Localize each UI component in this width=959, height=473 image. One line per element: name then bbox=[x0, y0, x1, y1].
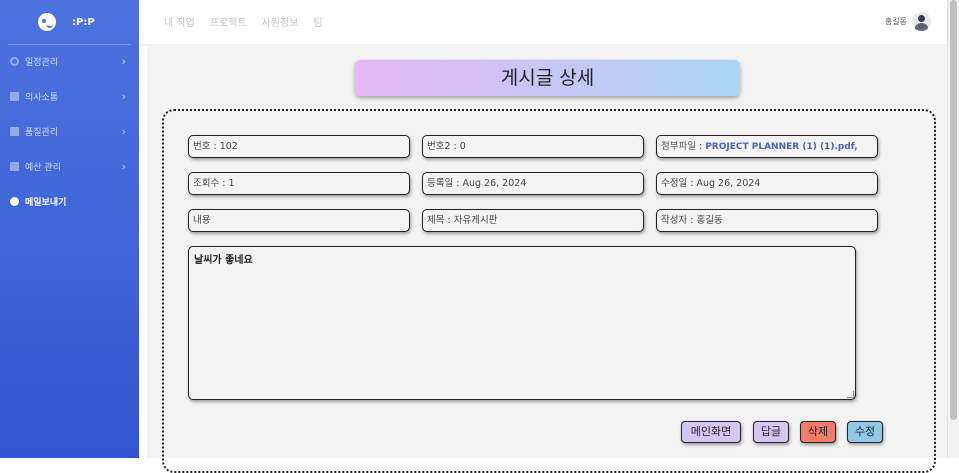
post-body-textarea[interactable]: 날씨가 좋네요 bbox=[188, 246, 856, 400]
author: 작성자 : 홍길동 bbox=[661, 215, 723, 226]
sidebar: :P:P 일정관리 › 의사소통 › 품질관리 › 예산 관리 › 메일보내기 bbox=[0, 0, 139, 458]
sidebar-item-send-mail[interactable]: 메일보내기 bbox=[0, 184, 139, 219]
top-nav-employee-info[interactable]: 사원정보 bbox=[262, 14, 299, 29]
sidebar-item-label: 품질관리 bbox=[25, 128, 59, 138]
avatar bbox=[912, 12, 931, 31]
sidebar-nav: 일정관리 › 의사소통 › 품질관리 › 예산 관리 › 메일보내기 bbox=[0, 44, 139, 219]
user-name: 홍길동 bbox=[884, 17, 907, 26]
modified-date: 수정일 : Aug 26, 2024 bbox=[661, 178, 761, 189]
page-title: 게시글 상세 bbox=[355, 60, 740, 96]
delete-button[interactable]: 삭제 bbox=[800, 421, 836, 443]
post-number: 번호 : 102 bbox=[193, 141, 238, 152]
chevron-right-icon: › bbox=[121, 125, 126, 138]
chevron-right-icon: › bbox=[121, 90, 126, 103]
resize-handle-icon[interactable] bbox=[847, 391, 854, 398]
attachment-link[interactable]: PROJECT PLANNER (1) (1).pdf, bbox=[705, 142, 857, 152]
top-nav-team[interactable]: 팀 bbox=[313, 14, 322, 29]
post-number-field: 번호 : 102 bbox=[188, 135, 410, 158]
post-number2: 번호2 : 0 bbox=[427, 141, 466, 152]
main-screen-button[interactable]: 메인화면 bbox=[681, 421, 741, 443]
created-date: 등록일 : Aug 26, 2024 bbox=[427, 178, 527, 189]
mail-icon bbox=[10, 197, 19, 206]
folder-icon bbox=[10, 162, 19, 171]
content-label: 내용 bbox=[193, 215, 211, 226]
edit-button[interactable]: 수정 bbox=[847, 421, 883, 443]
smile-logo-icon bbox=[38, 13, 56, 31]
user-menu[interactable]: 홍길동 bbox=[885, 12, 931, 31]
post-title-label: 제목 : bbox=[427, 215, 454, 226]
post-body-text: 날씨가 좋네요 bbox=[194, 255, 253, 266]
chevron-right-icon: › bbox=[121, 160, 126, 173]
sidebar-item-schedule[interactable]: 일정관리 › bbox=[0, 44, 139, 79]
chevron-right-icon: › bbox=[121, 55, 126, 68]
folder-icon bbox=[10, 127, 19, 136]
modified-date-field: 수정일 : Aug 26, 2024 bbox=[656, 172, 878, 195]
reply-button[interactable]: 답글 bbox=[753, 421, 789, 443]
post-title-value: 자유게시판 bbox=[453, 215, 498, 226]
sidebar-item-label: 의사소통 bbox=[25, 93, 59, 103]
top-nav-my-work[interactable]: 내 작업 bbox=[164, 14, 195, 29]
created-date-field: 등록일 : Aug 26, 2024 bbox=[422, 172, 644, 195]
post-number2-field: 번호2 : 0 bbox=[422, 135, 644, 158]
post-title-field: 제목 : 자유게시판 bbox=[422, 209, 644, 232]
attachment-field: 첨부파일 : PROJECT PLANNER (1) (1).pdf, bbox=[656, 135, 878, 158]
folder-icon bbox=[10, 92, 19, 101]
author-field: 작성자 : 홍길동 bbox=[656, 209, 878, 232]
brand[interactable]: :P:P bbox=[0, 0, 139, 44]
sidebar-item-communication[interactable]: 의사소통 › bbox=[0, 79, 139, 114]
gear-icon bbox=[10, 57, 19, 66]
sidebar-item-label: 메일보내기 bbox=[25, 198, 67, 208]
views-field: 조회수 : 1 bbox=[188, 172, 410, 195]
views-count: 조회수 : 1 bbox=[193, 178, 235, 189]
sidebar-item-label: 예산 관리 bbox=[25, 163, 61, 173]
main-content: 게시글 상세 번호 : 102 번호2 : 0 첨부파일 : PROJECT P… bbox=[147, 45, 948, 473]
topbar: 내 작업 프로젝트 사원정보 팀 홍길동 bbox=[139, 0, 959, 44]
top-nav-project[interactable]: 프로젝트 bbox=[210, 14, 247, 29]
page-scrollbar[interactable] bbox=[947, 0, 959, 458]
top-nav: 내 작업 프로젝트 사원정보 팀 bbox=[164, 14, 323, 29]
scrollbar-thumb[interactable] bbox=[950, 0, 957, 420]
sidebar-item-label: 일정관리 bbox=[25, 58, 59, 68]
sidebar-item-quality[interactable]: 품질관리 › bbox=[0, 114, 139, 149]
content-label-field: 내용 bbox=[188, 209, 410, 232]
sidebar-item-budget[interactable]: 예산 관리 › bbox=[0, 149, 139, 184]
attachment-label: 첨부파일 : bbox=[661, 141, 706, 152]
brand-name: :P:P bbox=[72, 16, 95, 28]
